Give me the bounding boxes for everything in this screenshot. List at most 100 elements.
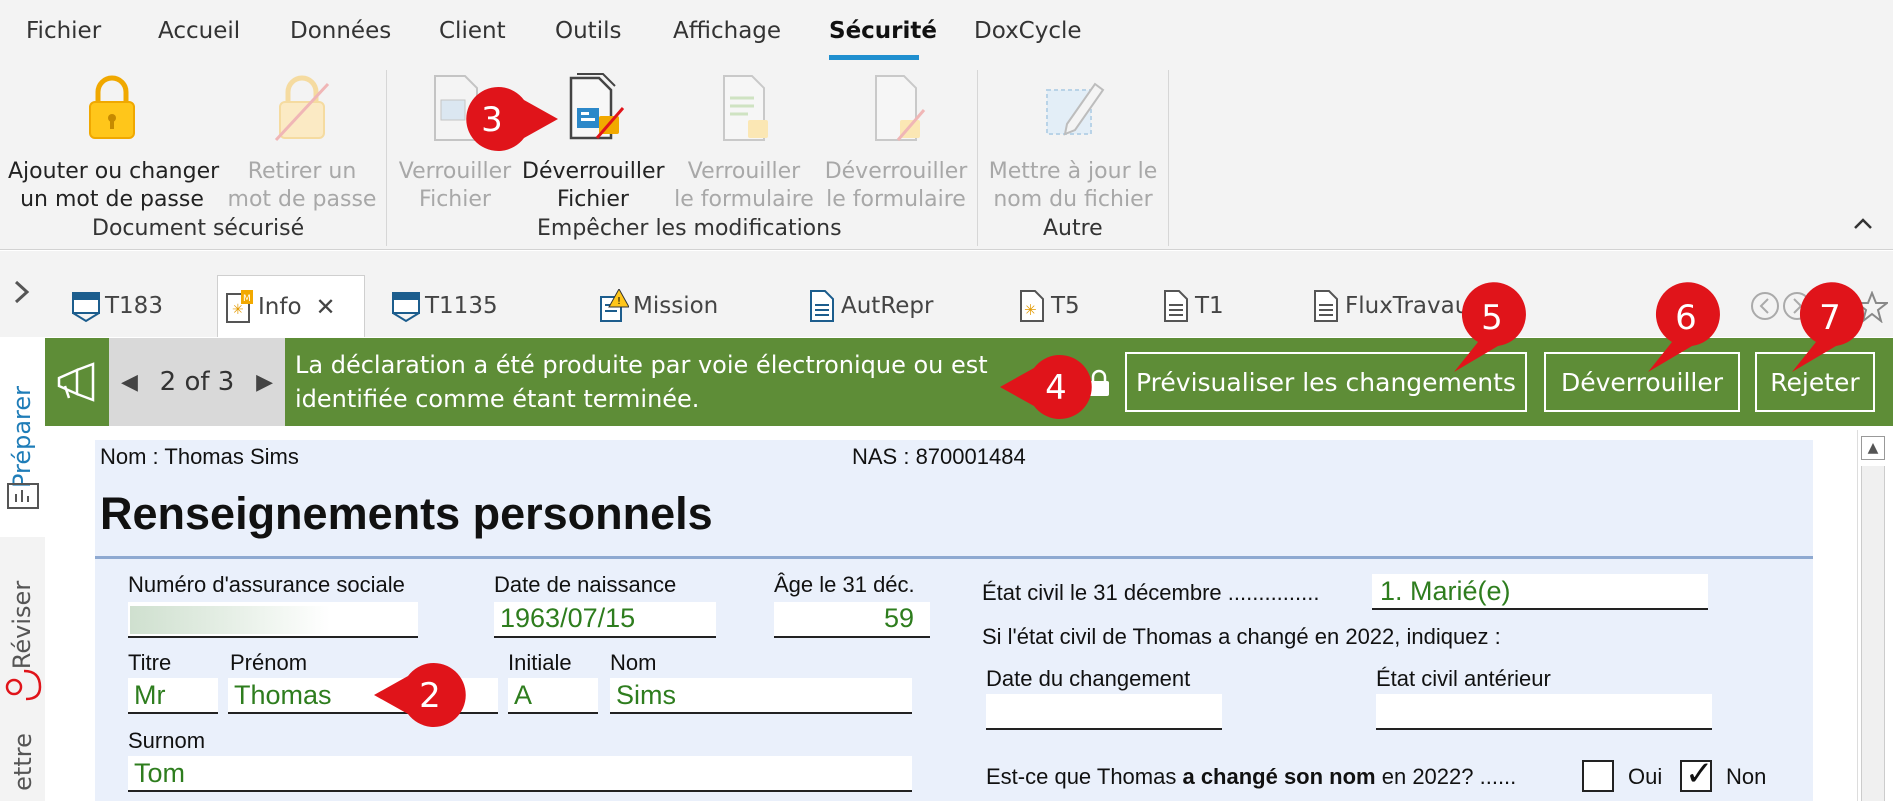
initial-value: A [514,680,533,710]
add-change-password-button[interactable]: Ajouter ou changer un mot de passe [8,70,220,214]
tab-label: Mission [633,293,719,319]
marital-status-label: État civil le 31 décembre ..............… [982,580,1320,605]
vertical-scrollbar[interactable]: ▲ [1857,430,1887,801]
tab-autrepr[interactable]: AutRepr [801,275,933,337]
chevron-up-icon[interactable] [1853,216,1873,232]
tab-info[interactable]: ✳ M Info ✕ [217,275,365,337]
form-tab-icon [392,292,420,323]
lock-form-button[interactable]: Verrouiller le formulaire [674,70,814,214]
menu-donnees[interactable]: Données [290,18,391,44]
button-label-line1: Retirer un [247,159,357,184]
back-circle-icon[interactable] [1750,291,1780,321]
svg-text:!: ! [617,296,621,307]
tab-label: T5 [1051,293,1080,319]
side-tab-transmettre[interactable]: ettre [0,717,45,801]
document-icon [1164,290,1188,322]
menu-fichier[interactable]: Fichier [26,18,101,44]
button-label-line2: un mot de passe [20,187,204,212]
no-label: Non [1726,764,1767,789]
button-label-line2: le formulaire [674,187,814,212]
svg-text:✳: ✳ [232,302,244,318]
button-label-line1: Ajouter ou changer [8,159,220,184]
locked-return-banner: ◀ 2 of 3 ▶ La déclaration a été produite… [45,338,1893,426]
age-value: 59 [884,603,915,633]
question-part-bold: a changé son nom [1182,764,1376,789]
menu-bar: Fichier Accueil Données Client Outils Af… [0,0,1893,62]
remove-password-button[interactable]: Retirer un mot de passe [222,70,382,214]
unlock-form-button[interactable]: Déverrouiller le formulaire [822,70,970,214]
chevron-right-icon[interactable] [12,279,32,305]
page-title: Renseignements personnels [100,488,713,539]
slip-doc-icon: ✳ [1020,290,1044,322]
tab-label: T1135 [425,293,498,319]
callout-number: 6 [1675,298,1697,338]
sin-field[interactable] [128,602,418,638]
button-label-line1: Déverrouiller [522,159,665,184]
next-arrow-icon[interactable]: ▶ [256,370,273,395]
callout-number: 3 [481,100,503,140]
last-name-label: Nom [610,650,657,675]
padlock-remove-icon [274,75,330,142]
tab-label: T1 [1195,293,1224,319]
document-icon [810,290,834,322]
megaphone-icon [45,338,109,426]
tab-t1[interactable]: T1 [1155,275,1224,337]
scroll-up-arrow-icon[interactable]: ▲ [1861,436,1885,460]
menu-client[interactable]: Client [439,18,506,44]
tab-label: Info [258,293,302,320]
menu-doxcycle[interactable]: DoxCycle [974,18,1082,44]
question-part: Est-ce que Thomas [986,764,1183,789]
scroll-thumb[interactable] [1861,466,1885,801]
first-name-label: Prénom [230,650,308,675]
header-name: Nom : Thomas Sims [100,444,299,469]
name-change-no-checkbox[interactable]: ✓ [1680,754,1714,794]
svg-text:M: M [243,294,251,304]
form-tab-icon [72,292,100,323]
group-label-autre: Autre [1043,216,1103,241]
rename-pencil-icon [1046,82,1105,136]
tab-t183[interactable]: T183 [65,275,163,337]
callout-number: 7 [1819,298,1841,338]
chart-icon [7,483,39,509]
age-label: Âge le 31 déc. [774,572,915,597]
ribbon: Ajouter ou changer un mot de passe Retir… [0,62,1893,250]
name-change-yes-checkbox[interactable] [1582,760,1614,792]
pager-text: 2 of 3 [159,367,235,397]
nickname-field[interactable] [128,756,912,792]
button-label-line1: Verrouiller [398,159,512,184]
callout-marker-7: 7 [1792,282,1864,372]
menu-accueil[interactable]: Accueil [158,18,240,44]
masked-value [130,606,330,634]
menu-securite[interactable]: Sécurité [829,18,937,44]
side-tab-label: ettre [8,733,37,791]
menu-affichage[interactable]: Affichage [673,18,781,44]
review-icon [5,669,42,701]
previous-arrow-icon[interactable]: ◀ [121,370,138,395]
button-label-line2: le formulaire [826,187,966,212]
button-label-line2: Fichier [557,187,629,212]
tab-mission[interactable]: ! Mission [593,275,718,337]
callout-marker-3: 3 [466,87,558,151]
banner-message-line2: identifiée comme étant terminée. [295,385,700,413]
first-name-value: Thomas [234,680,332,710]
button-label-line1: Mettre à jour le [988,159,1158,184]
tab-t5[interactable]: ✳ T5 [1011,275,1080,337]
update-filename-button[interactable]: Mettre à jour le nom du fichier [986,70,1160,214]
tabs-area: T183 ✳ M Info ✕ T1135 ! Mission AutRepr … [45,275,1845,337]
unlock-form-icon [875,75,926,141]
nickname-label: Surnom [128,728,206,753]
initial-label: Initiale [508,650,572,675]
menu-outils[interactable]: Outils [555,18,621,44]
banner-message: La déclaration a été produite par voie é… [295,348,1035,416]
unlock-file-icon [569,73,625,140]
tab-label: T183 [105,293,163,319]
side-tab-label: Préparer [8,385,37,489]
title-value: Mr [134,680,166,710]
banner-message-line1: La déclaration a été produite par voie é… [295,351,988,379]
close-icon[interactable]: ✕ [316,293,336,321]
callout-marker-5: 5 [1454,282,1526,372]
previous-status-field[interactable] [1376,694,1712,730]
tab-t1135[interactable]: T1135 [385,275,498,337]
document-icon [1314,290,1338,322]
change-date-field[interactable] [986,694,1222,730]
